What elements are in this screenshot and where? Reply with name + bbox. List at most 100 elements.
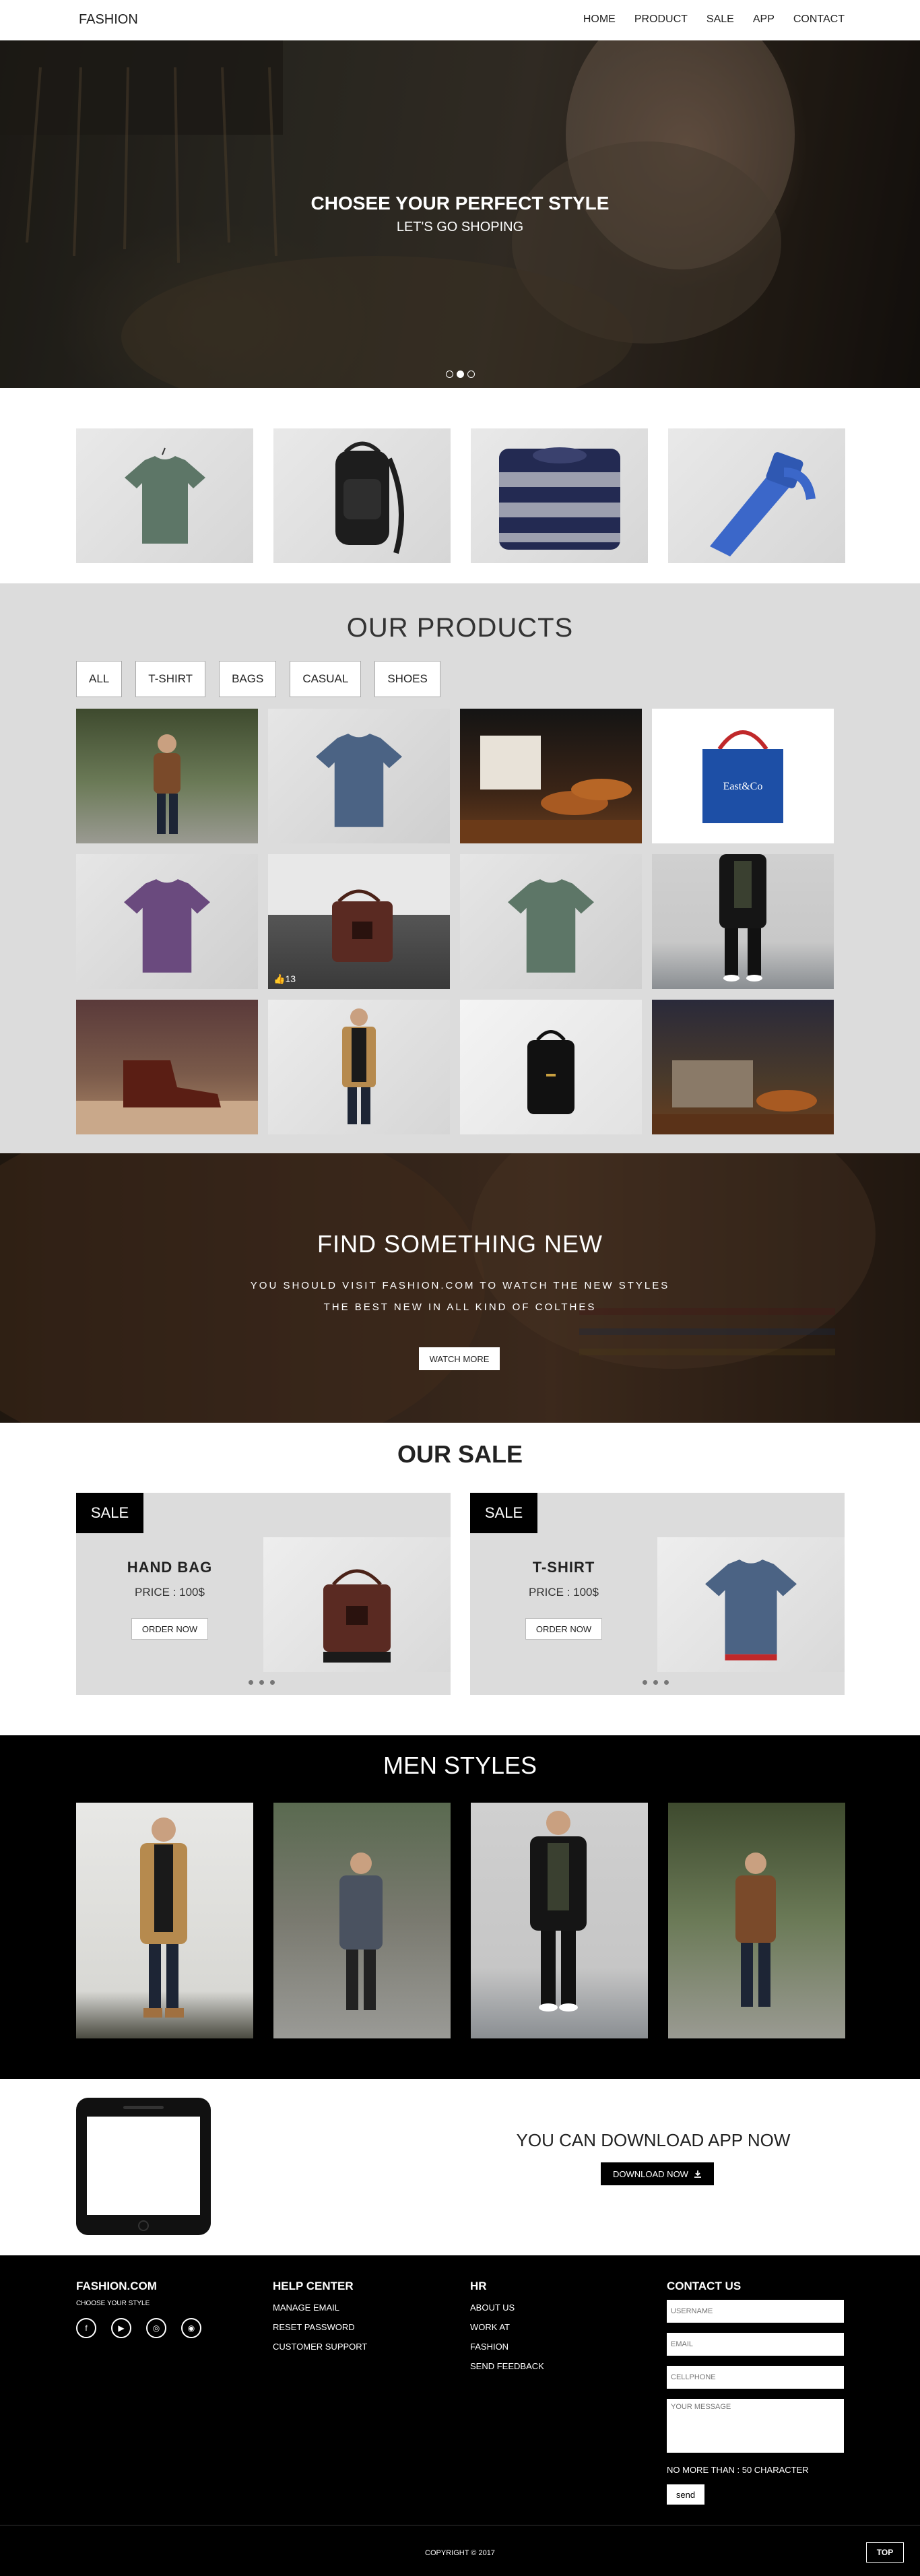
striped-sweater-image <box>498 447 620 550</box>
man-in-camel-coat-image <box>140 1817 187 2018</box>
nav-sale[interactable]: SALE <box>707 13 734 26</box>
sale-dot-2[interactable] <box>653 1680 658 1685</box>
nav-app[interactable]: APP <box>753 13 775 26</box>
men-style-grey-coat[interactable] <box>273 1803 451 2038</box>
filter-shoes[interactable]: SHOES <box>374 661 440 697</box>
product-item-purple-tshirt[interactable] <box>76 854 258 989</box>
reset-password-link[interactable]: RESET PASSWORD <box>273 2322 367 2332</box>
footer-brand-column: FASHION.COM CHOOSE YOUR STYLE f ▶ ◎ ◉ <box>76 2280 201 2338</box>
sale-card-tshirt: SALE T-SHIRT PRICE : 100$ ORDER NOW <box>470 1493 845 1695</box>
men-style-black-jacket[interactable] <box>471 1803 648 2038</box>
product-item-black-bag[interactable] <box>460 1000 642 1134</box>
help-center-title: HELP CENTER <box>273 2280 354 2292</box>
phone-speaker <box>123 2106 164 2109</box>
username-field[interactable] <box>667 2300 844 2323</box>
filter-tshirt[interactable]: T-SHIRT <box>135 661 206 697</box>
nav-home[interactable]: HOME <box>583 13 616 26</box>
footer-help-column: HELP CENTER MANAGE EMAIL RESET PASSWORD … <box>273 2280 367 2352</box>
purple-tshirt-image <box>124 879 210 973</box>
product-item-brown-bag[interactable]: 👍13 <box>268 854 450 989</box>
filter-all[interactable]: ALL <box>76 661 123 697</box>
email-field[interactable] <box>667 2333 844 2356</box>
man-in-camel-coat-image <box>342 1008 376 1124</box>
message-field[interactable] <box>667 2399 844 2453</box>
nav-contact[interactable]: CONTACT <box>793 13 845 26</box>
carousel-dot-1[interactable] <box>446 371 453 378</box>
product-item-shoes-shirts[interactable] <box>460 709 642 843</box>
men-style-brown-jacket[interactable] <box>668 1803 845 2038</box>
watch-more-button[interactable]: WATCH MORE <box>419 1347 500 1370</box>
phone-screen <box>87 2117 200 2215</box>
product-item-blue-tote[interactable]: East&Co <box>652 709 834 843</box>
work-at-link[interactable]: WORK AT <box>470 2322 544 2332</box>
brown-handbag-image <box>332 889 393 962</box>
filter-bags[interactable]: BAGS <box>219 661 277 697</box>
green-tshirt-image <box>124 447 205 544</box>
sale-product-name: T-SHIRT <box>532 1559 595 1576</box>
black-backpack-image <box>335 441 404 554</box>
product-grid: East&Co 👍13 <box>76 709 834 1134</box>
sale-title: OUR SALE <box>397 1440 523 1468</box>
fashion-link[interactable]: FASHION <box>470 2342 544 2352</box>
sale-dot-3[interactable] <box>270 1680 275 1685</box>
footer-tagline: CHOOSE YOUR STYLE <box>76 2300 150 2307</box>
product-item-sweaters-shoes[interactable] <box>652 1000 834 1134</box>
back-to-top-button[interactable]: TOP <box>866 2542 904 2563</box>
send-feedback-link[interactable]: SEND FEEDBACK <box>470 2361 544 2371</box>
thumb-sweater[interactable] <box>471 428 648 563</box>
facebook-icon[interactable]: f <box>76 2318 96 2338</box>
man-in-brown-jacket-image <box>154 734 180 834</box>
hero-overlay <box>0 40 920 388</box>
brand-logo[interactable]: FASHION <box>79 12 138 28</box>
dribbble-icon[interactable]: ◉ <box>181 2318 201 2338</box>
sale-product-name: HAND BAG <box>127 1559 213 1576</box>
youtube-icon[interactable]: ▶ <box>111 2318 131 2338</box>
footer-hr-column: HR ABOUT US WORK AT FASHION SEND FEEDBAC… <box>470 2280 544 2371</box>
hero-subtitle: LET'S GO SHOPING <box>396 220 524 234</box>
thumb-tshirt[interactable] <box>76 428 253 563</box>
filter-casual[interactable]: CASUAL <box>290 661 362 697</box>
thumb-backpack[interactable] <box>273 428 451 563</box>
product-item-man-jacket[interactable] <box>76 709 258 843</box>
about-us-link[interactable]: ABOUT US <box>470 2303 544 2313</box>
sale-dot-3[interactable] <box>664 1680 669 1685</box>
men-style-camel-coat[interactable] <box>76 1803 253 2038</box>
instagram-icon[interactable]: ◎ <box>146 2318 166 2338</box>
order-now-button[interactable]: ORDER NOW <box>131 1618 208 1640</box>
carousel-dot-2[interactable] <box>457 371 464 378</box>
nav-menu: HOME PRODUCT SALE APP CONTACT <box>583 13 845 26</box>
product-item-brown-boot[interactable] <box>76 1000 258 1134</box>
sale-product-price: PRICE : 100$ <box>135 1586 205 1599</box>
download-icon <box>694 2170 701 2178</box>
social-icons: f ▶ ◎ ◉ <box>76 2318 201 2338</box>
phone-home-button <box>138 2220 149 2231</box>
cellphone-field[interactable] <box>667 2366 844 2389</box>
hero-carousel: CHOSEE YOUR PERFECT STYLE LET'S GO SHOPI… <box>0 40 920 388</box>
product-filters: ALL T-SHIRT BAGS CASUAL SHOES <box>76 661 440 697</box>
manage-email-link[interactable]: MANAGE EMAIL <box>273 2303 367 2313</box>
sale-tag: SALE <box>76 1493 143 1533</box>
product-item-man-black-jacket[interactable] <box>652 854 834 989</box>
like-count: 👍13 <box>273 973 296 984</box>
download-now-button[interactable]: DOWNLOAD NOW <box>601 2162 714 2185</box>
carousel-dot-3[interactable] <box>467 371 475 378</box>
sale-tag: SALE <box>470 1493 537 1533</box>
product-item-blue-tshirt[interactable] <box>268 709 450 843</box>
sale-dot-2[interactable] <box>259 1680 264 1685</box>
footer-brand: FASHION.COM <box>76 2280 157 2292</box>
shoes-and-shirts-image <box>460 736 642 843</box>
svg-text:East&Co: East&Co <box>723 781 763 792</box>
sale-carousel-dots <box>249 1680 275 1685</box>
customer-support-link[interactable]: CUSTOMER SUPPORT <box>273 2342 367 2352</box>
blue-tshirt-image <box>705 1559 797 1661</box>
thumb-tie[interactable] <box>668 428 845 563</box>
copyright-text: COPYRIGHT © 2017 <box>425 2549 495 2557</box>
product-item-man-camel-coat[interactable] <box>268 1000 450 1134</box>
product-item-green-tshirt[interactable] <box>460 854 642 989</box>
man-in-black-jacket-image <box>719 854 766 981</box>
order-now-button[interactable]: ORDER NOW <box>525 1618 602 1640</box>
nav-product[interactable]: PRODUCT <box>634 13 688 26</box>
send-button[interactable]: send <box>667 2484 704 2505</box>
sale-dot-1[interactable] <box>249 1680 253 1685</box>
sale-dot-1[interactable] <box>643 1680 647 1685</box>
